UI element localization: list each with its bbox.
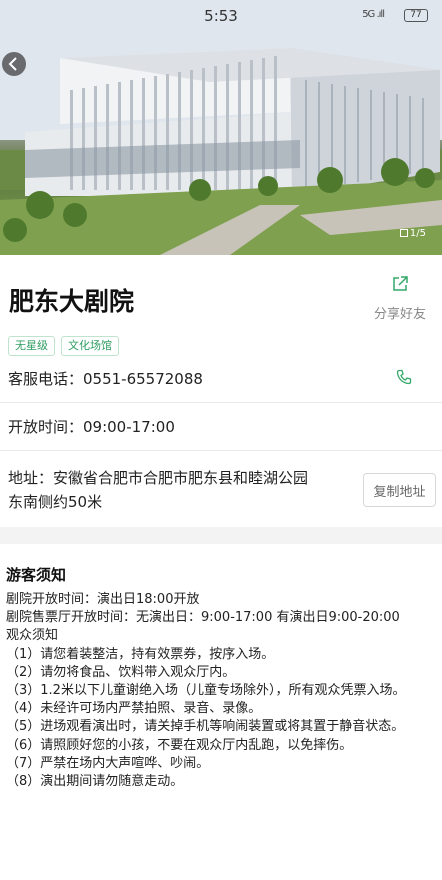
opening-hours: 开放时间：09:00-17:00 [8,418,175,436]
tag-category: 文化场馆 [61,336,119,356]
chevron-left-icon [8,57,17,71]
back-button[interactable] [2,52,26,76]
venue-address: 地址：安徽省合肥市合肥市肥东县和睦湖公园 东南侧约50米 [8,466,362,514]
notice-line: （1）请您着装整洁，持有效票券，按序入场。 [6,646,275,662]
notice-line: （7）严禁在场内大声喧哗、吵闹。 [6,755,210,771]
notice-line: 剧院开放时间：演出日18:00开放 [6,592,200,607]
share-button[interactable]: 分享好友 [370,275,430,322]
battery-icon: 77 [404,9,428,22]
notice-line: （4）未经许可场内严禁拍照、录音、录像。 [6,701,262,717]
divider [0,402,442,403]
photo-page-indicator: 1/5 [397,226,429,242]
copy-address-button[interactable]: 复制地址 [363,473,436,507]
venue-photo-carousel[interactable]: 5:53 5G .ıll 77 1/5 [0,0,442,255]
visitor-notice-section: 游客须知 剧院开放时间：演出日18:00开放 剧院售票厅开放时间：无演出日：9:… [0,544,442,880]
notice-body: 剧院开放时间：演出日18:00开放 剧院售票厅开放时间：无演出日：9:00-17… [6,591,420,791]
notice-line: （6）请照顾好您的小孩，不要在观众厅内乱跑，以免摔伤。 [6,737,353,753]
tag-star-level: 无星级 [8,336,55,356]
notice-line: （3）1.2米以下儿童谢绝入场（儿童专场除外），所有观众凭票入场。 [6,683,406,699]
venue-name: 肥东大剧院 [9,287,135,316]
share-label: 分享好友 [373,307,426,322]
service-phone[interactable]: 客服电话：0551-65572088 [8,368,203,389]
share-icon [393,276,408,291]
notice-line: 观众须知 [6,628,59,644]
notice-title: 游客须知 [6,566,67,584]
status-bar: 5:53 5G .ıll 77 [0,0,442,34]
address-line-2: 东南侧约50米 [8,493,103,511]
address-line-1: 地址：安徽省合肥市合肥市肥东县和睦湖公园 [8,469,309,487]
venue-tags: 无星级 文化场馆 [8,334,125,356]
photo-count: 1/5 [409,228,426,239]
notice-line: 剧院售票厅开放时间：无演出日：9:00-17:00 有演出日9:00-20:00 [6,610,400,626]
notice-line: （2）请勿将食品、饮料带入观众厅内。 [6,664,236,680]
signal-icon: 5G .ıll [362,9,385,20]
notice-line: （5）进场观看演出时，请关掉手机等响闹装置或将其置于静音状态。 [6,719,405,735]
venue-building-photo [0,0,442,255]
gallery-icon [399,229,408,237]
divider [0,450,442,451]
venue-info-card: 肥东大剧院 分享好友 无星级 文化场馆 客服电话：0551-65572088 开放… [0,255,442,527]
phone-icon[interactable] [396,369,412,385]
notice-line: （8）演出期间请勿随意走动。 [6,774,184,790]
